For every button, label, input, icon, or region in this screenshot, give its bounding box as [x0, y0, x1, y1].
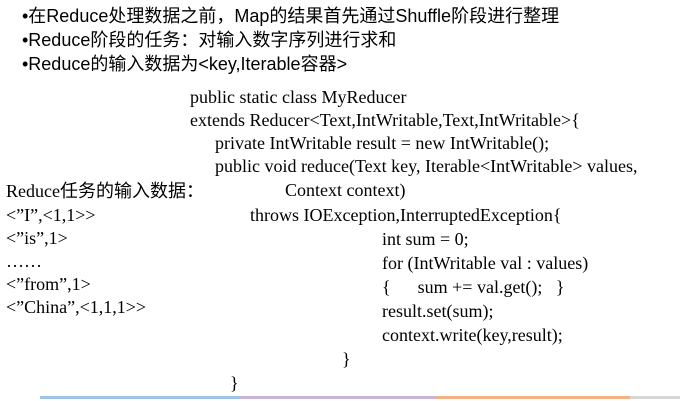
bullet-list: •在Reduce处理数据之前，Map的结果首先通过Shuffle阶段进行整理 •… [22, 4, 559, 76]
code-line-3: private IntWritable result = new IntWrit… [215, 133, 550, 153]
code-line-13: } [230, 373, 239, 393]
reduce-input-line-2: <”is”,1> [6, 228, 68, 248]
bullet-reduce-input: •Reduce的输入数据为<key,Iterable容器> [22, 54, 348, 74]
bullet-reduce-task: •Reduce阶段的任务：对输入数字序列进行求和 [22, 30, 397, 50]
code-line-7: int sum = 0; [382, 229, 469, 249]
code-line-12: } [342, 349, 351, 369]
code-line-8: for (IntWritable val : values) [382, 253, 589, 273]
code-line-1: public static class MyReducer [190, 87, 407, 107]
code-line-11: context.write(key,result); [382, 325, 563, 345]
reduce-input-line-4: <”from”,1> [6, 274, 91, 294]
code-line-10: result.set(sum); [382, 301, 494, 321]
footer-bar-blue [40, 396, 240, 399]
code-line-6: throws IOException,InterruptedException{ [250, 205, 562, 225]
reduce-input-title: Reduce任务的输入数据： [6, 181, 204, 201]
footer-bar-gray [630, 396, 680, 399]
code-line-5: Context context) [285, 180, 406, 200]
footer-bar-purple [240, 396, 435, 399]
reduce-input-line-1: <”I”,<1,1>> [6, 205, 96, 225]
footer-color-bar [40, 396, 680, 399]
reduce-input-line-3: …… [6, 251, 42, 271]
bullet-shuffle: •在Reduce处理数据之前，Map的结果首先通过Shuffle阶段进行整理 [22, 6, 560, 26]
footer-bar-orange [435, 396, 630, 399]
reduce-input-line-5: <”China”,<1,1,1>> [6, 297, 147, 317]
code-line-9: { sum += val.get(); } [382, 277, 565, 297]
code-line-2: extends Reducer<Text,IntWritable,Text,In… [190, 110, 580, 130]
code-line-4: public void reduce(Text key, Iterable<In… [215, 156, 638, 176]
